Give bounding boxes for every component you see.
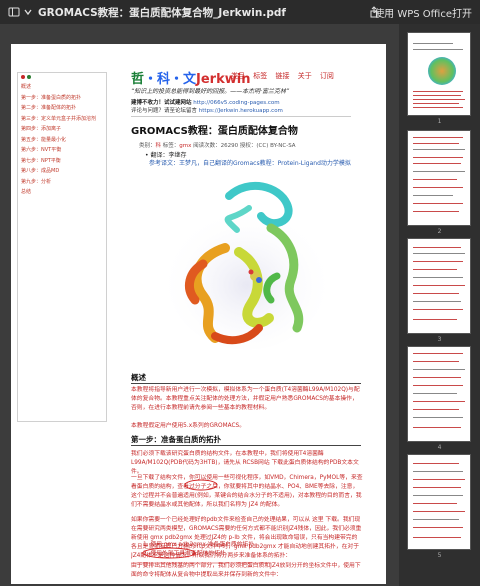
- divider: [131, 116, 351, 117]
- pdf-page: 概述 第一步：准备蛋白质的拓扑 第二步：准备配体的拓扑 第三步：定义单元盒子并添…: [11, 44, 386, 584]
- outline-item-step8[interactable]: 第八步：成品MD: [21, 166, 103, 177]
- outline-item-step7[interactable]: 第七步：NPT平衡: [21, 156, 103, 167]
- expand-dot-icon[interactable]: [27, 75, 31, 79]
- outline-item-step4[interactable]: 第四步：添加离子: [21, 124, 103, 135]
- page-thumbnail-5[interactable]: [407, 454, 471, 550]
- meta-tag-link[interactable]: gmx: [179, 143, 191, 149]
- sidebar-toggle-icon[interactable]: [8, 6, 20, 18]
- meta-rest: 阅读次数：26290 授权：(CC) BY-NC-SA: [191, 143, 296, 149]
- protein-structure-image: [167, 182, 327, 350]
- section-rule: [131, 383, 361, 384]
- step1-paragraph-1: 我们必须下载该研究蛋白质的结构文件，在本教程中，我们将使用T4溶菌酶L99A/M…: [131, 451, 359, 475]
- nav-tags[interactable]: 标签: [253, 72, 267, 80]
- outline-item-step3[interactable]: 第三步：定义单元盒子并添加溶剂: [21, 114, 103, 125]
- overview-paragraph-2: 本教程假定用户使用5.x系列的GROMACS。: [131, 423, 245, 429]
- outline-item-step2[interactable]: 第二步：准备配体的拓扑: [21, 103, 103, 114]
- reference-link[interactable]: 参考译文：王梦凡，自己翻译的Gromacs教程：Protein-Ligand动力…: [149, 158, 351, 167]
- step1-paragraph-2: 一旦下载了结构文件，你可以使用一些可视化程序，如VMD，Chimera，PyMO…: [131, 475, 363, 508]
- outline-controls: [21, 75, 103, 79]
- page-number-3: 3: [437, 336, 442, 343]
- outline-item-step6[interactable]: 第六步：NVT平衡: [21, 145, 103, 156]
- page-thumbnail-1[interactable]: [407, 32, 471, 116]
- collapse-dot-icon[interactable]: [21, 75, 25, 79]
- window-titlebar: GROMACS教程：蛋白质配体复合物_Jerkwin.pdf 使用 WPS Of…: [0, 0, 480, 24]
- outline-item-summary[interactable]: 总结: [21, 187, 103, 198]
- outline-item-step9[interactable]: 第九步：分析: [21, 177, 103, 188]
- page-number-4: 4: [437, 444, 442, 451]
- page-number-5: 5: [437, 552, 442, 559]
- open-with-wps-button[interactable]: 使用 WPS Office打开: [374, 5, 472, 20]
- site-quote: “知识上的投资总能得到最好的回报。——本杰明·富兰克林”: [131, 88, 290, 95]
- step-list-item-1: 1. 使用 gmx pdb2gmx 准备蛋白质的拓扑: [143, 542, 255, 548]
- page-number-2: 2: [437, 228, 442, 235]
- outline-item-overview[interactable]: 概述: [21, 82, 103, 93]
- comment-url-link[interactable]: https://Jerkwin.herokuapp.com: [199, 108, 283, 114]
- site-nav: 类目 标签 链接 关于 订阅: [231, 71, 340, 81]
- outline-item-step1[interactable]: 第一步：准备蛋白质的拓扑: [21, 93, 103, 104]
- overview-paragraph-1: 本教程将指导新用户进行一次模拟，模拟体系为一个蛋白质(T4溶菌酶L99A/M10…: [131, 387, 360, 411]
- meta-prefix: 类别：: [139, 143, 156, 149]
- window-title: GROMACS教程：蛋白质配体复合物_Jerkwin.pdf: [38, 7, 286, 19]
- section-step1-heading: 第一步：准备蛋白质的拓扑: [131, 435, 221, 444]
- step1-paragraph-4: 由于要排出其他残基的两个部分，我们必须把蛋白质和JZ4放到分开的坐标文件中，使用…: [131, 563, 361, 578]
- nav-category[interactable]: 类目: [231, 72, 245, 80]
- step-list-item-2: 2. 使用外部工具准备配体的拓扑: [143, 551, 226, 557]
- comment-label: 评论与问题？请至论坛留言: [131, 108, 198, 114]
- site-info-line: 建博不收力！试试建网站 http://066v5.coding-pages.co…: [131, 98, 280, 106]
- nav-links[interactable]: 链接: [275, 72, 289, 80]
- section-overview-heading: 概述: [131, 373, 146, 382]
- page-thumbnail-3[interactable]: [407, 238, 471, 334]
- comment-info-line: 评论与问题？请至论坛留言 https://Jerkwin.herokuapp.c…: [131, 106, 283, 114]
- page-thumbnail-2[interactable]: [407, 130, 471, 226]
- chevron-down-icon[interactable]: [22, 6, 34, 18]
- page-thumbnail-4[interactable]: [407, 346, 471, 442]
- outline-item-step5[interactable]: 第五步：能量最小化: [21, 135, 103, 146]
- page-number-1: 1: [437, 118, 442, 125]
- meta-mid: 标签：: [161, 143, 180, 149]
- article-meta: 类别：科 标签：gmx 阅读次数：26290 授权：(CC) BY-NC-SA: [139, 141, 296, 149]
- thumbnail-sidebar[interactable]: 1 2 3 4 5: [399, 24, 480, 586]
- document-view[interactable]: 概述 第一步：准备蛋白质的拓扑 第二步：准备配体的拓扑 第三步：定义单元盒子并添…: [0, 24, 399, 586]
- page-title: GROMACS教程：蛋白质配体复合物: [131, 126, 298, 137]
- brand-part-1: 哲: [131, 72, 145, 87]
- nav-about[interactable]: 关于: [298, 72, 312, 80]
- brand-part-2: ・科・文: [144, 72, 197, 87]
- section-rule: [131, 445, 361, 446]
- site-banner: 哲・科・文Jerkwin 类目 标签 链接 关于 订阅 “知识上的投资总能得到最…: [131, 68, 351, 120]
- outline-panel: 概述 第一步：准备蛋白质的拓扑 第二步：准备配体的拓扑 第三步：定义单元盒子并添…: [17, 72, 107, 422]
- nav-subscribe[interactable]: 订阅: [320, 72, 334, 80]
